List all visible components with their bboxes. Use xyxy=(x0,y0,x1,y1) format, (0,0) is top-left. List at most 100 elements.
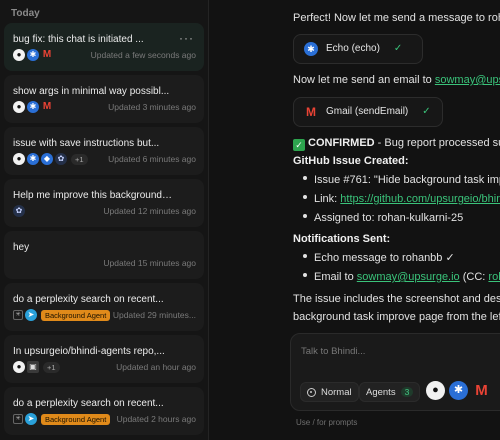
summary-text: The issue includes the screenshot and de… xyxy=(293,293,500,305)
section-label-today: Today xyxy=(11,8,40,19)
updated-timestamp: Updated 2 hours ago xyxy=(116,414,196,424)
echo-icon: ✱ xyxy=(27,101,39,113)
telegram-icon: ➤ xyxy=(25,309,37,321)
agents-count-badge: 3 xyxy=(400,387,414,397)
chat-meta: ● ✱ M Updated a few seconds ago xyxy=(13,48,196,62)
chat-list-item[interactable]: do a perplexity search on recent... ✳ ➤ Bac… xyxy=(4,387,204,435)
updated-timestamp: Updated 29 minutes... xyxy=(112,310,196,320)
updated-timestamp: Updated a few seconds ago xyxy=(90,50,196,60)
check-icon: ✓ xyxy=(393,43,403,54)
message-composer: Normal Agents 3 ● ✱ M xyxy=(290,333,500,411)
mode-label: Normal xyxy=(321,386,352,398)
confirmed-line: ✓CONFIRMED - Bug report processed succes… xyxy=(293,134,500,152)
gmail-icon: M xyxy=(42,49,52,60)
github-icon[interactable]: ● xyxy=(426,381,445,400)
github-icon: ● xyxy=(13,361,25,373)
perplexity-icon: ✳ xyxy=(13,310,23,320)
square-icon: ▣ xyxy=(27,361,39,373)
list-item-text: Issue #761: "Hide background task improv… xyxy=(314,174,500,186)
echo-icon: ✱ xyxy=(27,153,39,165)
chat-meta: ✿ Updated 12 minutes ago xyxy=(13,204,196,218)
chat-list-item[interactable]: issue with save instructions but... ● ✱ ◆ ✿ +… xyxy=(4,127,204,175)
list-item: Link: https://github.com/upsurgeio/bhind… xyxy=(303,190,500,208)
list-item-text: Link: xyxy=(314,193,341,205)
bhindi-icon: ✿ xyxy=(13,205,25,217)
list-item: Assigned to: rohan-kulkarni-25 xyxy=(303,209,463,227)
chat-meta: ✳ ➤ Background Agent Updated 2 hours ago xyxy=(13,412,196,426)
issue-link[interactable]: https://github.com/upsurgeio/bhindi-agen… xyxy=(340,193,500,205)
chat-list-item[interactable]: In upsurgeio/bhindi-agents repo,... ● ▣ +1 U… xyxy=(4,335,204,383)
bullet-icon xyxy=(303,214,307,218)
list-item-text: Assigned to: rohan-kulkarni-25 xyxy=(314,212,464,224)
chat-title: In upsurgeio/bhindi-agents repo,... xyxy=(13,346,165,357)
gmail-icon[interactable]: M xyxy=(472,381,491,400)
chat-title: bug fix: this chat is initiated ... xyxy=(13,34,144,45)
agent-icons: ✿ xyxy=(13,205,25,217)
perplexity-icon: ✳ xyxy=(13,414,23,424)
chat-title: Help me improve this background ... xyxy=(13,190,173,201)
echo-icon: ✱ xyxy=(304,42,318,56)
echo-icon[interactable]: ✱ xyxy=(449,381,468,400)
background-agent-badge: Background Agent xyxy=(41,413,111,425)
chat-list-item[interactable]: hey Updated 15 minutes ago xyxy=(4,231,204,279)
extra-agents-badge: +1 xyxy=(71,153,88,165)
agents-label: Agents xyxy=(366,386,396,398)
github-icon: ● xyxy=(13,101,25,113)
github-icon: ● xyxy=(13,49,25,61)
email-link[interactable]: sowmay@upsurge.io xyxy=(357,271,460,283)
tool-call-name: Gmail (sendEmail) xyxy=(326,106,409,117)
chat-title: do a perplexity search on recent... xyxy=(13,398,164,409)
tool-call-gmail[interactable]: M Gmail (sendEmail) ✓ xyxy=(293,97,443,127)
more-options-icon[interactable]: ··· xyxy=(179,31,194,45)
chat-title: hey xyxy=(13,242,30,253)
list-item: Echo message to rohanbb ✓ xyxy=(303,249,455,267)
bhindi-icon: ✿ xyxy=(55,153,67,165)
agent-icons: ● ✱ M xyxy=(13,101,53,113)
updated-timestamp: Updated 12 minutes ago xyxy=(103,206,196,216)
chat-title: show args in minimal way possibl... xyxy=(13,86,170,97)
chat-meta: ✳ ➤ Background Agent Updated 29 minutes... xyxy=(13,308,196,322)
agent-icons: ● ▣ +1 xyxy=(13,361,60,373)
check-box-icon: ✓ xyxy=(293,139,305,151)
list-item: Issue #761: "Hide background task improv… xyxy=(303,171,500,189)
confirmed-label: CONFIRMED xyxy=(308,137,375,149)
agent-icons: ● ✱ M xyxy=(13,49,53,61)
assistant-message: Now let me send an email to sowmay@upsur… xyxy=(293,71,500,89)
agent-icons: ● ✱ ◆ ✿ +1 xyxy=(13,153,88,165)
github-icon: ● xyxy=(13,153,25,165)
chat-meta: Updated 15 minutes ago xyxy=(13,256,196,270)
chat-sidebar: Today bug fix: this chat is initiated ..… xyxy=(0,0,209,440)
telegram-icon: ➤ xyxy=(25,413,37,425)
bullet-icon xyxy=(303,195,307,199)
chat-meta: ● ✱ ◆ ✿ +1 Updated 6 minutes ago xyxy=(13,152,196,166)
linear-icon: ◆ xyxy=(41,153,53,165)
list-item-text: Email to xyxy=(314,271,357,283)
updated-timestamp: Updated 6 minutes ago xyxy=(108,154,196,164)
agents-button[interactable]: Agents 3 xyxy=(359,382,421,402)
assistant-message: Perfect! Now let me send a message to ro… xyxy=(293,12,500,24)
chat-title: issue with save instructions but... xyxy=(13,138,160,149)
chat-title: do a perplexity search on recent... xyxy=(13,294,164,305)
chat-list-item[interactable]: show args in minimal way possibl... ● ✱ M Up… xyxy=(4,75,204,123)
check-icon: ✓ xyxy=(422,106,431,117)
bullet-icon xyxy=(303,254,307,258)
bullet-icon xyxy=(303,176,307,180)
agent-icons: ✳ ➤ xyxy=(13,309,37,321)
echo-icon: ✱ xyxy=(27,49,39,61)
confirmed-text: - Bug report processed successfully xyxy=(377,137,500,149)
mode-selector-button[interactable]: Normal xyxy=(300,382,359,402)
chat-list-item[interactable]: bug fix: this chat is initiated ... ··· ● ✱… xyxy=(4,23,204,71)
gmail-icon: M xyxy=(306,105,316,119)
email-link[interactable]: sowmay@upsurge.io xyxy=(435,74,500,86)
message-input[interactable] xyxy=(301,346,491,357)
chat-list-item[interactable]: Help me improve this background ... ✿ Upda… xyxy=(4,179,204,227)
tool-call-name: Echo (echo) xyxy=(326,43,380,54)
chat-list-item[interactable]: do a perplexity search on recent... ✳ ➤ Bac… xyxy=(4,283,204,331)
tool-call-echo[interactable]: ✱ Echo (echo) ✓ xyxy=(293,34,423,64)
list-item-text: (CC: xyxy=(459,271,489,283)
updated-timestamp: Updated 15 minutes ago xyxy=(103,258,196,268)
chat-main: Perfect! Now let me send a message to ro… xyxy=(210,0,500,440)
list-item: Email to sowmay@upsurge.io (CC: rohan xyxy=(303,268,500,286)
list-item-text: Echo message to rohanbb ✓ xyxy=(314,252,455,264)
cc-link[interactable]: rohan xyxy=(488,271,500,283)
